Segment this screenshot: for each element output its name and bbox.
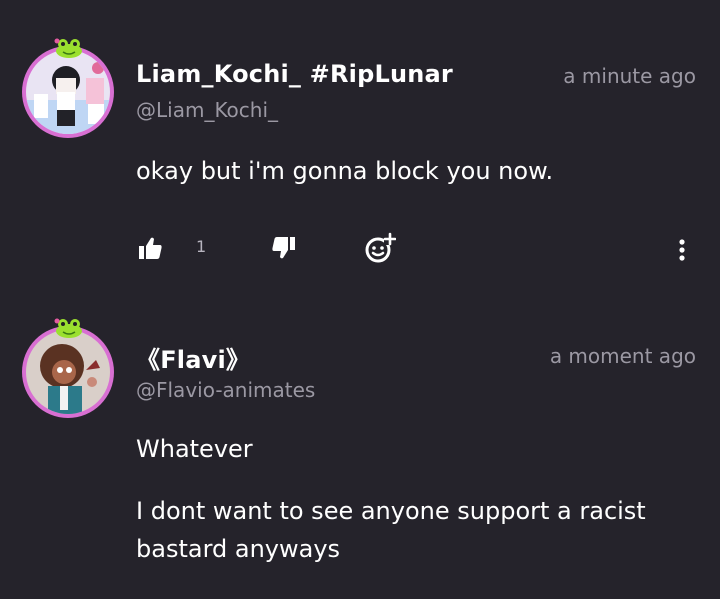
comment-text: I dont want to see anyone support a raci… — [136, 497, 646, 563]
comment-handle[interactable]: @Flavio-animates — [136, 378, 315, 402]
frog-badge-icon — [54, 38, 82, 58]
like-button[interactable] — [134, 232, 166, 264]
avatar-image — [26, 50, 110, 134]
comment-text: Whatever — [136, 435, 253, 463]
comment-timestamp: a moment ago — [549, 344, 696, 368]
comment-username[interactable]: Liam_Kochi_ #RipLunar — [136, 60, 453, 88]
more-options-icon — [679, 239, 685, 261]
avatar-ring — [22, 46, 114, 138]
avatar[interactable] — [20, 38, 118, 138]
dislike-button[interactable] — [268, 232, 300, 264]
comment-feed: Liam_Kochi_ #RipLunar @Liam_Kochi_ a min… — [0, 0, 720, 599]
thumbs-up-icon — [139, 237, 162, 259]
add-reaction-button[interactable] — [362, 230, 398, 266]
comment-timestamp: a minute ago — [563, 64, 696, 88]
more-options-button[interactable] — [668, 234, 696, 266]
thumbs-down-icon — [272, 237, 295, 259]
avatar[interactable] — [20, 318, 118, 418]
comment-username[interactable]: 《Flavi》 — [136, 340, 250, 375]
comment-item: 《Flavi》 @Flavio-animates a moment ago Wh… — [0, 300, 720, 599]
comment-text: okay but i'm gonna block you now. — [136, 157, 554, 185]
frog-badge-icon — [54, 318, 82, 338]
like-count: 1 — [196, 237, 207, 256]
avatar-image — [26, 330, 110, 414]
avatar-ring — [22, 326, 114, 418]
add-reaction-icon — [365, 232, 396, 263]
comment-actions: 1 — [0, 226, 720, 272]
comment-handle[interactable]: @Liam_Kochi_ — [136, 98, 278, 122]
comment-item: Liam_Kochi_ #RipLunar @Liam_Kochi_ a min… — [0, 0, 720, 300]
